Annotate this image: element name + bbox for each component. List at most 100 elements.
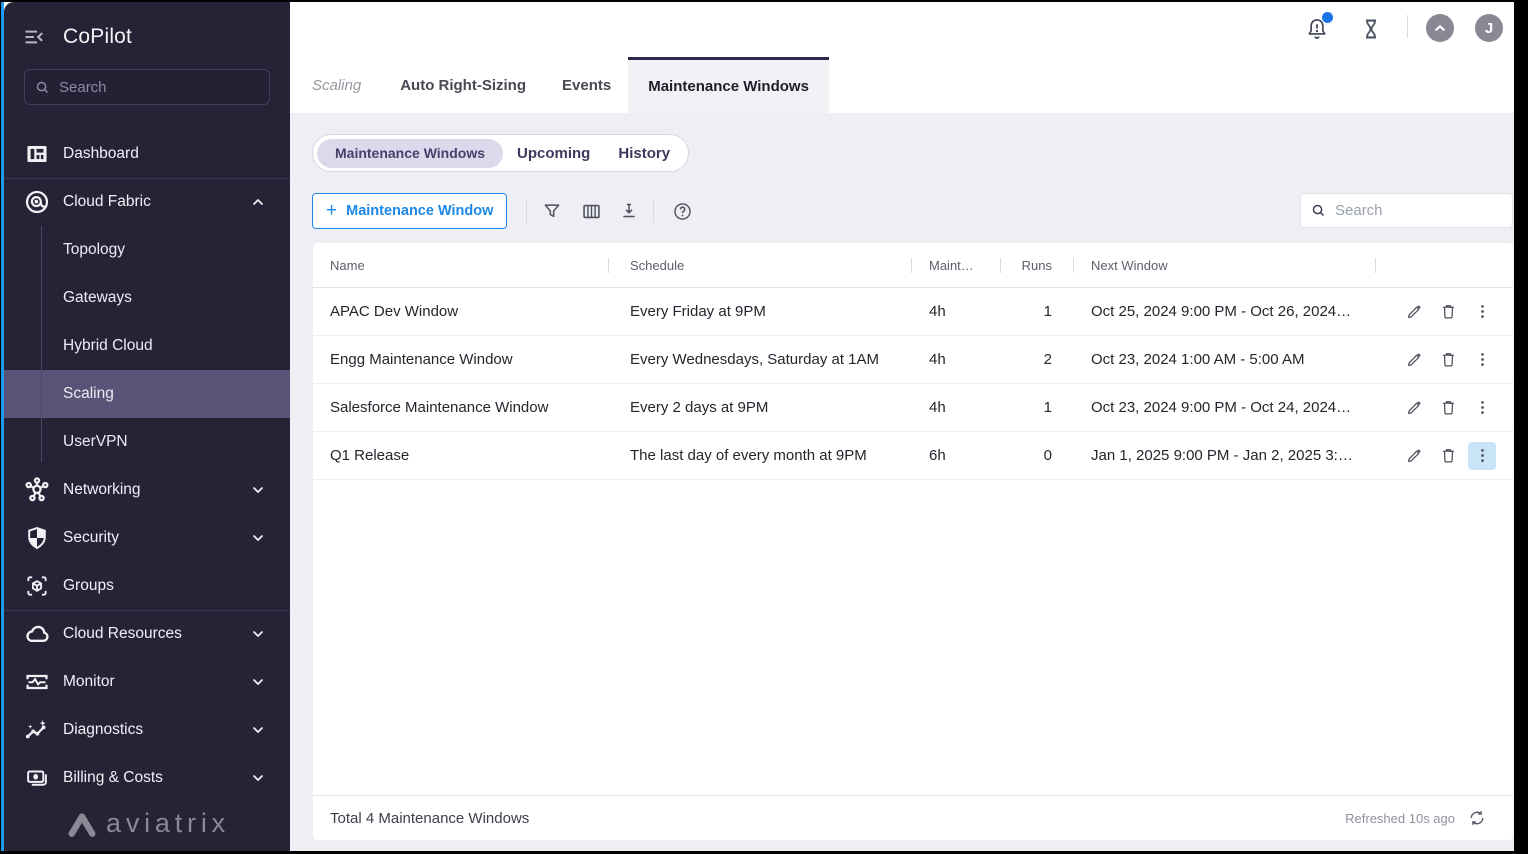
pencil-icon xyxy=(1405,446,1424,465)
tab-bar: Scaling Auto Right-Sizing Events Mainten… xyxy=(290,57,1514,113)
sidebar-search[interactable] xyxy=(24,69,270,105)
edit-button[interactable] xyxy=(1400,346,1428,374)
sidebar-nav: Dashboard Cloud Fabric Topology Gateways… xyxy=(4,130,290,802)
table-search-input[interactable] xyxy=(1335,202,1495,219)
columns-button[interactable] xyxy=(579,199,603,223)
tab-maintenance-windows[interactable]: Maintenance Windows xyxy=(628,57,829,113)
delete-button[interactable] xyxy=(1434,346,1462,374)
user-avatar[interactable]: J xyxy=(1475,14,1503,42)
sidebar-item-hybrid-cloud[interactable]: Hybrid Cloud xyxy=(4,322,290,370)
pencil-icon xyxy=(1405,302,1424,321)
column-separator xyxy=(1073,258,1074,273)
maintenance-windows-table: Name Schedule Maint… Runs Next Window xyxy=(313,243,1513,840)
edit-button[interactable] xyxy=(1400,298,1428,326)
sidebar-item-diagnostics[interactable]: Diagnostics xyxy=(4,706,290,754)
cell-name: Q1 Release xyxy=(313,447,608,464)
sidebar-item-scaling[interactable]: Scaling xyxy=(4,370,290,418)
sidebar-item-label: Cloud Resources xyxy=(63,625,182,643)
cell-runs: 1 xyxy=(1000,399,1073,416)
total-count: Total 4 Maintenance Windows xyxy=(330,810,529,827)
edit-button[interactable] xyxy=(1400,394,1428,422)
sidebar-divider xyxy=(4,178,290,179)
sidebar-item-label: Scaling xyxy=(63,385,114,403)
edit-button[interactable] xyxy=(1400,442,1428,470)
chevron-down-icon xyxy=(250,530,266,546)
sidebar-item-uservpn[interactable]: UserVPN xyxy=(4,418,290,466)
delete-button[interactable] xyxy=(1434,394,1462,422)
help-button[interactable] xyxy=(670,199,694,223)
cell-maint: 4h xyxy=(911,399,1000,416)
sidebar-item-dashboard[interactable]: Dashboard xyxy=(4,130,290,178)
subtab-upcoming[interactable]: Upcoming xyxy=(503,139,604,168)
sidebar-item-cloud-fabric[interactable]: Cloud Fabric xyxy=(4,178,290,226)
sidebar-item-label: Networking xyxy=(63,481,141,499)
column-header-schedule[interactable]: Schedule xyxy=(608,258,911,273)
subtab-group: Maintenance Windows Upcoming History xyxy=(312,134,689,172)
diagnostics-icon xyxy=(24,717,50,743)
add-maintenance-window-button[interactable]: + Maintenance Window xyxy=(312,193,507,229)
row-menu-button[interactable] xyxy=(1468,442,1496,470)
table-row: Salesforce Maintenance Window Every 2 da… xyxy=(313,384,1513,432)
row-menu-button[interactable] xyxy=(1468,394,1496,422)
sidebar-item-label: Dashboard xyxy=(63,145,139,163)
aviatrix-logo-mark xyxy=(66,809,98,839)
column-header-name[interactable]: Name xyxy=(313,258,608,273)
toolbar-divider xyxy=(526,199,527,223)
toolbar-divider xyxy=(653,199,654,223)
cloud-resources-icon xyxy=(24,621,50,647)
sidebar-item-label: Gateways xyxy=(63,289,132,307)
column-header-maint[interactable]: Maint… xyxy=(911,258,1000,273)
sidebar-item-label: Monitor xyxy=(63,673,115,691)
sidebar-item-gateways[interactable]: Gateways xyxy=(4,274,290,322)
menu-open-icon xyxy=(22,25,46,49)
notifications-button[interactable] xyxy=(1304,16,1330,42)
whats-new-button[interactable] xyxy=(1426,14,1454,42)
sidebar-item-groups[interactable]: Groups xyxy=(4,562,290,610)
column-header-next-window[interactable]: Next Window xyxy=(1073,258,1375,273)
sidebar-search-input[interactable] xyxy=(59,79,239,96)
column-header-runs[interactable]: Runs xyxy=(1000,258,1073,273)
delete-button[interactable] xyxy=(1434,442,1462,470)
tasks-button[interactable] xyxy=(1359,17,1383,41)
column-separator xyxy=(1000,258,1001,273)
sidebar-item-cloud-resources[interactable]: Cloud Resources xyxy=(4,610,290,658)
cell-name: Salesforce Maintenance Window xyxy=(313,399,608,416)
tab-scaling[interactable]: Scaling xyxy=(312,57,361,113)
billing-icon xyxy=(24,765,50,791)
download-button[interactable] xyxy=(617,199,641,223)
tab-auto-right-sizing[interactable]: Auto Right-Sizing xyxy=(400,57,526,113)
cell-name: Engg Maintenance Window xyxy=(313,351,608,368)
toolbar: + Maintenance Window xyxy=(312,193,1513,229)
row-menu-button[interactable] xyxy=(1468,298,1496,326)
cell-next-window: Oct 23, 2024 9:00 PM - Oct 24, 2024… xyxy=(1073,399,1375,416)
cell-schedule: Every 2 days at 9PM xyxy=(608,399,911,416)
sidebar-item-billing[interactable]: Billing & Costs xyxy=(4,754,290,802)
subtab-maintenance-windows[interactable]: Maintenance Windows xyxy=(317,139,503,168)
cell-actions xyxy=(1375,298,1513,326)
refresh-icon xyxy=(1467,808,1487,828)
help-icon xyxy=(672,201,693,222)
refresh-button[interactable] xyxy=(1467,808,1487,828)
columns-icon xyxy=(581,201,602,222)
tab-events[interactable]: Events xyxy=(562,57,611,113)
column-separator xyxy=(1375,258,1376,273)
row-menu-button[interactable] xyxy=(1468,346,1496,374)
table-search[interactable] xyxy=(1300,193,1513,228)
menu-collapse-button[interactable] xyxy=(22,25,46,49)
cell-schedule: Every Friday at 9PM xyxy=(608,303,911,320)
delete-button[interactable] xyxy=(1434,298,1462,326)
sidebar-item-monitor[interactable]: Monitor xyxy=(4,658,290,706)
sidebar-header: CoPilot xyxy=(22,18,290,56)
sidebar-item-topology[interactable]: Topology xyxy=(4,226,290,274)
subtab-history[interactable]: History xyxy=(604,139,684,168)
kebab-menu-icon xyxy=(1473,398,1492,417)
table-header: Name Schedule Maint… Runs Next Window xyxy=(313,243,1513,288)
sidebar-item-networking[interactable]: Networking xyxy=(4,466,290,514)
sidebar-item-security[interactable]: Security xyxy=(4,514,290,562)
top-bar: J Scaling Auto Right-Sizing Events Maint… xyxy=(290,2,1514,113)
filter-button[interactable] xyxy=(540,199,564,223)
sidebar-item-label: UserVPN xyxy=(63,433,128,451)
search-icon xyxy=(1311,203,1326,218)
sidebar-item-label: Groups xyxy=(63,577,114,595)
tree-indent-line xyxy=(41,226,42,462)
